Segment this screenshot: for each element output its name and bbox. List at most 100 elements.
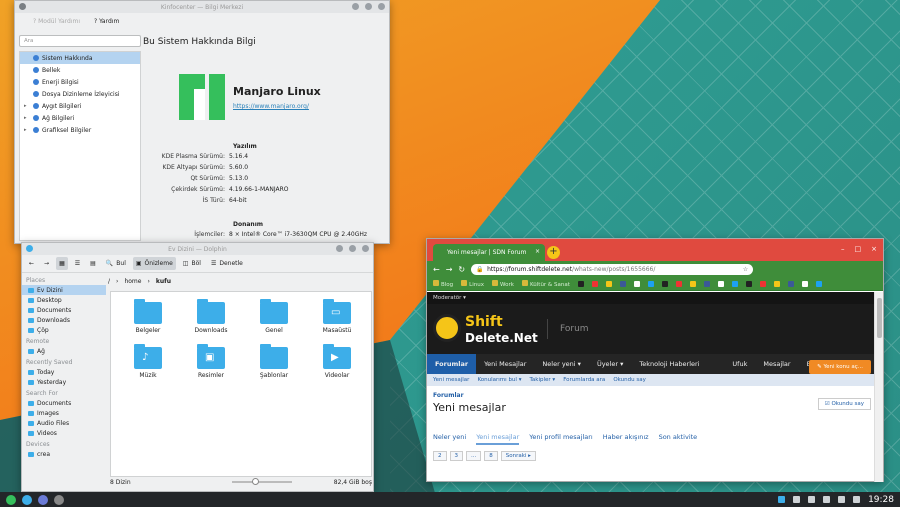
site-nav-right-item[interactable]: Mesajlar (755, 354, 798, 374)
split-button[interactable]: ◫ Böl (180, 257, 204, 270)
clipboard-icon[interactable] (793, 496, 801, 503)
page-tab[interactable]: Yeni mesajlar (476, 433, 520, 445)
places-item[interactable]: Today (22, 367, 106, 377)
close-icon[interactable] (378, 3, 385, 10)
dolphin-task-icon[interactable] (22, 494, 32, 505)
bookmark-item[interactable]: Work (492, 279, 514, 288)
site-nav-item[interactable]: Teknoloji Haberleri (631, 354, 707, 374)
bookmark-favicon-icon[interactable] (731, 280, 738, 287)
volume-icon[interactable] (838, 496, 846, 503)
reload-icon[interactable]: ↻ (458, 265, 465, 274)
clock[interactable]: 19:28 (868, 495, 894, 505)
tree-item[interactable]: ▸ Ağ Bilgileri (20, 112, 140, 124)
scrollbar[interactable] (874, 292, 883, 482)
places-item[interactable]: Videos (22, 428, 106, 438)
places-item[interactable]: Ağ (22, 346, 106, 356)
view-details-button[interactable]: ▤ (87, 257, 99, 270)
places-item[interactable]: Documents (22, 305, 106, 315)
tree-item[interactable]: ▸ Aygıt Bilgileri (20, 100, 140, 112)
places-item[interactable]: Yesterday (22, 377, 106, 387)
help-button[interactable]: ? Yardım (94, 18, 119, 25)
preview-button[interactable]: ▣ Önizleme (132, 257, 176, 270)
tree-item[interactable]: ▸ Grafiksel Bilgiler (20, 124, 140, 136)
battery-icon[interactable] (853, 496, 861, 503)
browser-tab[interactable]: Yeni mesajlar | SDN Forum × (433, 244, 545, 261)
forward-icon[interactable]: → (41, 257, 52, 270)
folder-item[interactable]: Downloads (186, 299, 236, 334)
search-input[interactable]: Ara (19, 35, 141, 47)
page-tab[interactable]: Haber akışınız (603, 433, 649, 445)
sub-nav-item[interactable]: Forumlarda ara (563, 377, 605, 383)
sub-nav-item[interactable]: Takipler ▾ (529, 377, 555, 383)
new-thread-button[interactable]: ✎ Yeni konu aç... (809, 360, 871, 374)
folder-tray-icon[interactable] (778, 496, 786, 503)
bookmark-favicon-icon[interactable] (689, 280, 696, 287)
bookmark-favicon-icon[interactable] (717, 280, 724, 287)
view-icons-button[interactable]: ▦ (56, 257, 68, 270)
new-tab-button[interactable]: + (547, 246, 560, 259)
minimize-icon[interactable] (336, 245, 343, 252)
sdn-logo-icon[interactable] (433, 314, 461, 342)
breadcrumb-item[interactable]: home (124, 278, 141, 285)
settings-task-icon[interactable] (54, 494, 64, 505)
info-titlebar[interactable]: Kinfocenter — Bilgi Merkezi (15, 1, 389, 13)
tree-item[interactable]: Enerji Bilgisi (20, 76, 140, 88)
moderator-menu[interactable]: Moderatör ▾ (427, 292, 875, 304)
window-menu-icon[interactable] (19, 3, 26, 10)
maximize-icon[interactable] (349, 245, 356, 252)
bookmark-favicon-icon[interactable] (703, 280, 710, 287)
bookmark-favicon-icon[interactable] (605, 280, 612, 287)
bookmark-favicon-icon[interactable] (647, 280, 654, 287)
bookmark-item[interactable]: Blog (433, 279, 453, 288)
pager-item[interactable]: 2 (433, 451, 447, 461)
folder-item[interactable]: ▣ Resimler (186, 344, 236, 379)
maximize-icon[interactable]: □ (855, 245, 862, 253)
places-item[interactable]: Çöp (22, 325, 106, 335)
tree-item[interactable]: Bellek (20, 64, 140, 76)
bookmark-favicon-icon[interactable] (759, 280, 766, 287)
folder-item[interactable]: Belgeler (123, 299, 173, 334)
page-tab[interactable]: Yeni profil mesajları (529, 433, 592, 445)
dolphin-titlebar[interactable]: Ev Dizini — Dolphin (22, 243, 373, 255)
forum-breadcrumb[interactable]: Forumlar (427, 386, 875, 399)
folder-item[interactable]: Genel (249, 299, 299, 334)
sub-nav-item[interactable]: Yeni mesajlar (433, 377, 469, 383)
browser-task-icon[interactable] (38, 494, 48, 505)
pager-item[interactable]: ... (466, 451, 482, 461)
pager-item[interactable]: 3 (449, 451, 463, 461)
bookmark-item[interactable]: Kültür & Sanat (521, 279, 570, 288)
find-button[interactable]: 🔍 Bul (103, 257, 129, 270)
close-icon[interactable]: × (871, 245, 877, 253)
minimize-icon[interactable] (352, 3, 359, 10)
site-nav-item[interactable]: Neler yeni ▾ (534, 354, 589, 374)
places-item[interactable]: Audio Files (22, 418, 106, 428)
folder-item[interactable]: ▶ Videolar (312, 344, 362, 379)
pager-item[interactable]: 8 (484, 451, 498, 461)
page-tab[interactable]: Son aktivite (659, 433, 698, 445)
places-item[interactable]: crea (22, 449, 106, 459)
pager-item[interactable]: Sonraki ▸ (500, 451, 536, 461)
tree-item[interactable]: Sistem Hakkında (20, 52, 140, 64)
maximize-icon[interactable] (365, 3, 372, 10)
bookmark-favicon-icon[interactable] (633, 280, 640, 287)
places-item[interactable]: Documents (22, 398, 106, 408)
site-nav-item[interactable]: Yeni Mesajlar (476, 354, 534, 374)
terminal-button[interactable]: ☰ Denetle (208, 257, 246, 270)
folder-item[interactable]: ♪ Müzik (123, 344, 173, 379)
page-tab[interactable]: Neler yeni (433, 433, 466, 445)
site-nav-item[interactable]: Üyeler ▾ (589, 354, 631, 374)
close-icon[interactable] (362, 245, 369, 252)
folder-item[interactable]: Şablonlar (249, 344, 299, 379)
bookmark-favicon-icon[interactable] (577, 280, 584, 287)
app-launcher-icon[interactable] (6, 494, 16, 505)
expand-arrow-icon[interactable]: ▸ (24, 115, 30, 121)
tree-item[interactable]: Dosya Dizinleme İzleyicisi (20, 88, 140, 100)
breadcrumb-item[interactable]: kufu (156, 278, 171, 285)
sub-nav-item[interactable]: Konularımı bul ▾ (477, 377, 521, 383)
places-item[interactable]: Ev Dizini (22, 285, 106, 295)
mark-read-button[interactable]: ☑ Okundu say (817, 398, 871, 410)
site-nav-item[interactable]: Forumlar (427, 354, 477, 374)
bookmark-star-icon[interactable]: ☆ (743, 266, 748, 273)
folder-item[interactable]: ▭ Masaüstü (312, 299, 362, 334)
bookmark-favicon-icon[interactable] (661, 280, 668, 287)
